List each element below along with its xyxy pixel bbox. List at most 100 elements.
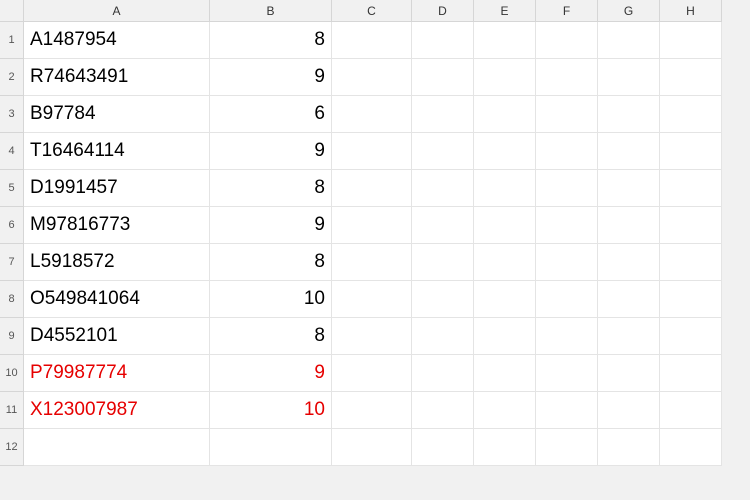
spreadsheet[interactable]: { "columns": ["A","B","C","D","E","F","G… [0, 0, 750, 500]
cell-a1[interactable]: A1487954 [24, 22, 210, 59]
cell-g5[interactable] [598, 170, 660, 207]
row-header-7[interactable]: 7 [0, 244, 24, 281]
cell-d6[interactable] [412, 207, 474, 244]
cell-g9[interactable] [598, 318, 660, 355]
cell-f10[interactable] [536, 355, 598, 392]
cell-e7[interactable] [474, 244, 536, 281]
row-header-9[interactable]: 9 [0, 318, 24, 355]
row-header-11[interactable]: 11 [0, 392, 24, 429]
cell-b10[interactable]: 9 [210, 355, 332, 392]
cell-g2[interactable] [598, 59, 660, 96]
cell-b8[interactable]: 10 [210, 281, 332, 318]
cell-c7[interactable] [332, 244, 412, 281]
cell-a2[interactable]: R74643491 [24, 59, 210, 96]
cell-g6[interactable] [598, 207, 660, 244]
column-header-c[interactable]: C [332, 0, 412, 22]
cell-c12[interactable] [332, 429, 412, 466]
cell-f5[interactable] [536, 170, 598, 207]
cell-a9[interactable]: D4552101 [24, 318, 210, 355]
column-header-b[interactable]: B [210, 0, 332, 22]
cell-c9[interactable] [332, 318, 412, 355]
cell-f8[interactable] [536, 281, 598, 318]
cell-f12[interactable] [536, 429, 598, 466]
cell-e11[interactable] [474, 392, 536, 429]
cell-d9[interactable] [412, 318, 474, 355]
cell-d2[interactable] [412, 59, 474, 96]
cell-a11[interactable]: X123007987 [24, 392, 210, 429]
cell-f9[interactable] [536, 318, 598, 355]
cell-g11[interactable] [598, 392, 660, 429]
column-header-d[interactable]: D [412, 0, 474, 22]
cell-a12[interactable] [24, 429, 210, 466]
cell-b4[interactable]: 9 [210, 133, 332, 170]
cell-c4[interactable] [332, 133, 412, 170]
cell-e4[interactable] [474, 133, 536, 170]
cell-g7[interactable] [598, 244, 660, 281]
row-header-10[interactable]: 10 [0, 355, 24, 392]
cell-g3[interactable] [598, 96, 660, 133]
column-header-g[interactable]: G [598, 0, 660, 22]
column-header-h[interactable]: H [660, 0, 722, 22]
cell-a4[interactable]: T16464114 [24, 133, 210, 170]
cell-h7[interactable] [660, 244, 722, 281]
cell-b1[interactable]: 8 [210, 22, 332, 59]
cell-f11[interactable] [536, 392, 598, 429]
column-header-a[interactable]: A [24, 0, 210, 22]
cell-h5[interactable] [660, 170, 722, 207]
cell-b2[interactable]: 9 [210, 59, 332, 96]
cell-d7[interactable] [412, 244, 474, 281]
cell-a7[interactable]: L5918572 [24, 244, 210, 281]
cell-h11[interactable] [660, 392, 722, 429]
cell-a3[interactable]: B97784 [24, 96, 210, 133]
cell-f6[interactable] [536, 207, 598, 244]
corner-cell[interactable] [0, 0, 24, 22]
cell-b7[interactable]: 8 [210, 244, 332, 281]
cell-h9[interactable] [660, 318, 722, 355]
cell-h2[interactable] [660, 59, 722, 96]
cell-c2[interactable] [332, 59, 412, 96]
cell-b6[interactable]: 9 [210, 207, 332, 244]
row-header-12[interactable]: 12 [0, 429, 24, 466]
cell-e2[interactable] [474, 59, 536, 96]
cell-b12[interactable] [210, 429, 332, 466]
cell-b3[interactable]: 6 [210, 96, 332, 133]
cell-f3[interactable] [536, 96, 598, 133]
column-header-e[interactable]: E [474, 0, 536, 22]
row-header-5[interactable]: 5 [0, 170, 24, 207]
cell-c3[interactable] [332, 96, 412, 133]
cell-a5[interactable]: D1991457 [24, 170, 210, 207]
cell-d8[interactable] [412, 281, 474, 318]
row-header-3[interactable]: 3 [0, 96, 24, 133]
cell-c11[interactable] [332, 392, 412, 429]
cell-c8[interactable] [332, 281, 412, 318]
cell-h4[interactable] [660, 133, 722, 170]
cell-e1[interactable] [474, 22, 536, 59]
cell-c10[interactable] [332, 355, 412, 392]
column-header-f[interactable]: F [536, 0, 598, 22]
cell-h10[interactable] [660, 355, 722, 392]
cell-a10[interactable]: P79987774 [24, 355, 210, 392]
cell-g4[interactable] [598, 133, 660, 170]
cell-e3[interactable] [474, 96, 536, 133]
cell-f1[interactable] [536, 22, 598, 59]
cell-b5[interactable]: 8 [210, 170, 332, 207]
row-header-1[interactable]: 1 [0, 22, 24, 59]
cell-d4[interactable] [412, 133, 474, 170]
cell-h8[interactable] [660, 281, 722, 318]
cell-c6[interactable] [332, 207, 412, 244]
cell-e8[interactable] [474, 281, 536, 318]
cell-d3[interactable] [412, 96, 474, 133]
cell-g8[interactable] [598, 281, 660, 318]
cell-b11[interactable]: 10 [210, 392, 332, 429]
cell-g12[interactable] [598, 429, 660, 466]
cell-e6[interactable] [474, 207, 536, 244]
cell-h12[interactable] [660, 429, 722, 466]
cell-g1[interactable] [598, 22, 660, 59]
cell-h3[interactable] [660, 96, 722, 133]
cell-d11[interactable] [412, 392, 474, 429]
row-header-2[interactable]: 2 [0, 59, 24, 96]
cell-h1[interactable] [660, 22, 722, 59]
cell-e10[interactable] [474, 355, 536, 392]
row-header-4[interactable]: 4 [0, 133, 24, 170]
row-header-6[interactable]: 6 [0, 207, 24, 244]
